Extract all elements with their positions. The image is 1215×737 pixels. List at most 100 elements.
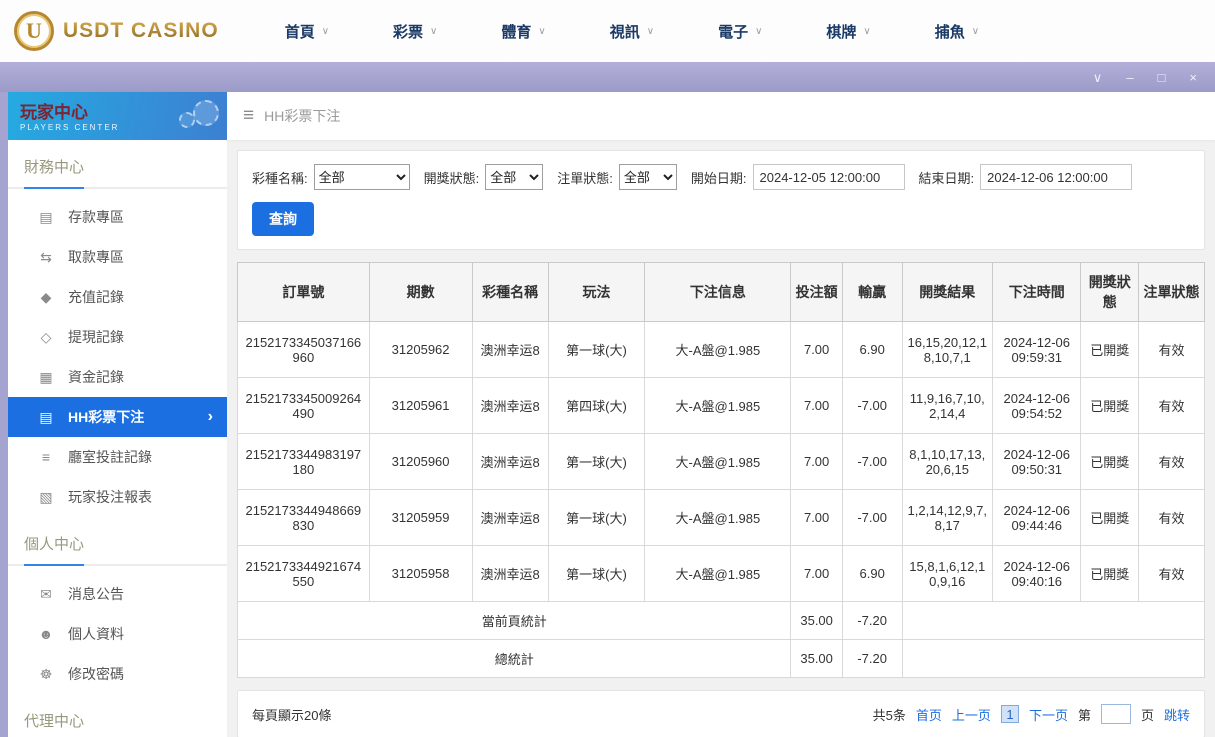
- lottery-name-label: 彩種名稱:: [252, 170, 308, 186]
- sidebar-section-finance: 財務中心: [8, 140, 227, 189]
- deposit-icon: ▤: [39, 208, 53, 225]
- draw-status-select[interactable]: 全部: [485, 164, 544, 190]
- order-status-label: 注單狀態:: [557, 170, 613, 186]
- sidebar-item-hh-lottery-bet[interactable]: ▤ HH彩票下注 ›: [8, 397, 227, 437]
- sidebar-item-funds-record[interactable]: ▦資金記錄›: [8, 357, 227, 397]
- cell-issue: 31205961: [368, 377, 473, 434]
- nav-item-label: 棋牌: [826, 23, 857, 41]
- close-window-icon[interactable]: ×: [1189, 71, 1197, 84]
- breadcrumb: ≡ HH彩票下注: [227, 92, 1215, 140]
- sidebar-item-change-password[interactable]: ☸修改密碼›: [8, 654, 227, 694]
- chevron-down-window-icon[interactable]: ∨: [1093, 71, 1103, 84]
- order-status-select[interactable]: 全部: [618, 164, 677, 190]
- start-date-input[interactable]: [752, 164, 905, 190]
- col-header-draw-result: 開獎結果: [901, 262, 994, 322]
- cell-play: 第一球(大): [547, 545, 646, 602]
- cell-draw-result: 11,9,16,7,10,2,14,4: [901, 377, 994, 434]
- withdrawal-record-icon: ◇: [40, 328, 52, 345]
- jump-prefix-text: 第: [1077, 707, 1091, 723]
- nav-item-sports[interactable]: 體育 ∨: [501, 21, 545, 42]
- table-body: 2152173345037166960 31205962 澳洲幸运8 第一球(大) 大-…: [236, 321, 1205, 678]
- hamburger-menu-icon[interactable]: ≡: [243, 105, 254, 127]
- hh-lottery-bet-icon: ▤: [39, 408, 53, 425]
- cell-lottery-name: 澳洲幸运8: [471, 545, 549, 602]
- bell-icon: ✉: [40, 585, 52, 602]
- current-page-indicator[interactable]: 1: [1000, 705, 1019, 723]
- end-date-input[interactable]: [980, 164, 1133, 190]
- next-page-link[interactable]: 下一页: [1029, 705, 1068, 724]
- sidebar-item-messages[interactable]: ✉消息公告›: [8, 574, 227, 614]
- cell-order-no: 2152173344948669830: [237, 489, 370, 546]
- col-header-play: 玩法: [547, 262, 646, 322]
- cell-order-no: 2152173345037166960: [237, 321, 370, 378]
- page-jump-input[interactable]: [1100, 704, 1131, 724]
- pagination: 共5条 首页 上一页 1 下一页 第 页 跳转: [873, 704, 1190, 724]
- maximize-window-icon[interactable]: □: [1158, 71, 1166, 84]
- sidebar-item-profile[interactable]: ☻個人資料›: [8, 614, 227, 654]
- chevron-down-icon: ∨: [971, 25, 980, 37]
- nav-item-electronic[interactable]: 電子 ∨: [718, 21, 762, 42]
- cell-order-no: 2152173345009264490: [237, 377, 370, 434]
- prev-page-link[interactable]: 上一页: [952, 705, 991, 724]
- cell-draw-status: 已開獎: [1080, 433, 1140, 490]
- col-header-issue: 期數: [368, 262, 473, 322]
- sidebar-item-label: 取款專區: [68, 249, 124, 265]
- summary-bet-total: 35.00: [790, 601, 843, 640]
- chevron-down-icon: ∨: [321, 25, 330, 37]
- cell-bet-info: 大-A盤@1.985: [644, 489, 792, 546]
- cell-play: 第一球(大): [547, 433, 646, 490]
- sidebar-item-withdraw[interactable]: ⇆取款專區›: [8, 237, 227, 277]
- cell-order-status: 有效: [1138, 545, 1205, 602]
- cell-bet-amount: 7.00: [790, 321, 843, 378]
- cell-win-loss: 6.90: [841, 321, 903, 378]
- minimize-window-icon[interactable]: –: [1126, 71, 1133, 84]
- nav-item-lottery[interactable]: 彩票 ∨: [393, 21, 437, 42]
- cell-bet-time: 2024-12-06 09:54:52: [992, 377, 1082, 434]
- cell-bet-time: 2024-12-06 09:50:31: [992, 433, 1082, 490]
- summary-empty: [901, 601, 1205, 640]
- cell-bet-info: 大-A盤@1.985: [644, 377, 792, 434]
- window-title-bar: ∨ – □ ×: [0, 62, 1215, 92]
- cell-order-status: 有效: [1138, 489, 1205, 546]
- sidebar-item-label: 玩家投注報表: [68, 489, 152, 505]
- sidebar-item-deposit[interactable]: ▤存款專區›: [8, 197, 227, 237]
- chevron-down-icon: ∨: [755, 25, 763, 37]
- cell-order-no: 2152173344921674550: [237, 545, 370, 602]
- cell-win-loss: -7.00: [841, 433, 903, 490]
- site-logo[interactable]: U USDT CASINO: [14, 11, 219, 51]
- jump-button[interactable]: 跳转: [1164, 705, 1190, 724]
- search-button[interactable]: 查詢: [252, 202, 314, 236]
- cell-bet-amount: 7.00: [790, 433, 843, 490]
- nav-item-chess[interactable]: 棋牌 ∨: [826, 21, 870, 42]
- col-header-bet-amount: 投注額: [790, 262, 843, 322]
- cell-bet-info: 大-A盤@1.985: [644, 545, 792, 602]
- table-row: 2152173345009264490 31205961 澳洲幸运8 第四球(大) 大-…: [237, 377, 1205, 434]
- col-header-draw-status: 開獎狀態: [1080, 262, 1140, 322]
- workspace: 玩家中心 PLAYERS CENTER 財務中心▤存款專區›⇆取款專區›◆充值記…: [0, 92, 1215, 737]
- cell-draw-result: 1,2,14,12,9,7,8,17: [901, 489, 994, 546]
- nav-item-fishing[interactable]: 捕魚 ∨: [935, 21, 979, 42]
- start-date-label: 開始日期:: [690, 170, 747, 186]
- sidebar-item-hall-bet-record[interactable]: ≡廳室投註記錄›: [8, 437, 227, 477]
- chevron-down-icon: ∨: [538, 25, 546, 37]
- nav-item-video[interactable]: 視訊 ∨: [610, 21, 654, 42]
- chevron-down-icon: ∨: [430, 25, 438, 37]
- main-content: ≡ HH彩票下注 彩種名稱: 全部 開獎狀態: 全部 注單狀態: 全部 開始日期…: [227, 92, 1215, 737]
- table-row: 2152173344921674550 31205958 澳洲幸运8 第一球(大) 大-…: [237, 545, 1205, 602]
- cell-draw-status: 已開獎: [1080, 489, 1140, 546]
- cell-bet-info: 大-A盤@1.985: [644, 321, 792, 378]
- sidebar-item-label: HH彩票下注: [68, 409, 145, 425]
- summary-label: 當前頁統計: [236, 601, 792, 640]
- sidebar-item-player-bet-report[interactable]: ▧玩家投注報表›: [8, 477, 227, 517]
- sidebar-item-withdrawal-record[interactable]: ◇提現記錄›: [8, 317, 227, 357]
- sidebar-item-label: 提現記錄: [68, 329, 124, 345]
- nav-item-home[interactable]: 首頁 ∨: [285, 21, 329, 42]
- end-date-label: 結束日期:: [918, 170, 975, 186]
- cell-play: 第四球(大): [547, 377, 646, 434]
- recharge-record-icon: ◆: [40, 288, 52, 305]
- page-title: HH彩票下注: [264, 108, 341, 124]
- page-size-text: 每頁顯示20條: [252, 707, 332, 723]
- first-page-link[interactable]: 首页: [916, 705, 942, 724]
- sidebar-item-recharge-record[interactable]: ◆充值記錄›: [8, 277, 227, 317]
- lottery-name-select[interactable]: 全部: [313, 164, 410, 190]
